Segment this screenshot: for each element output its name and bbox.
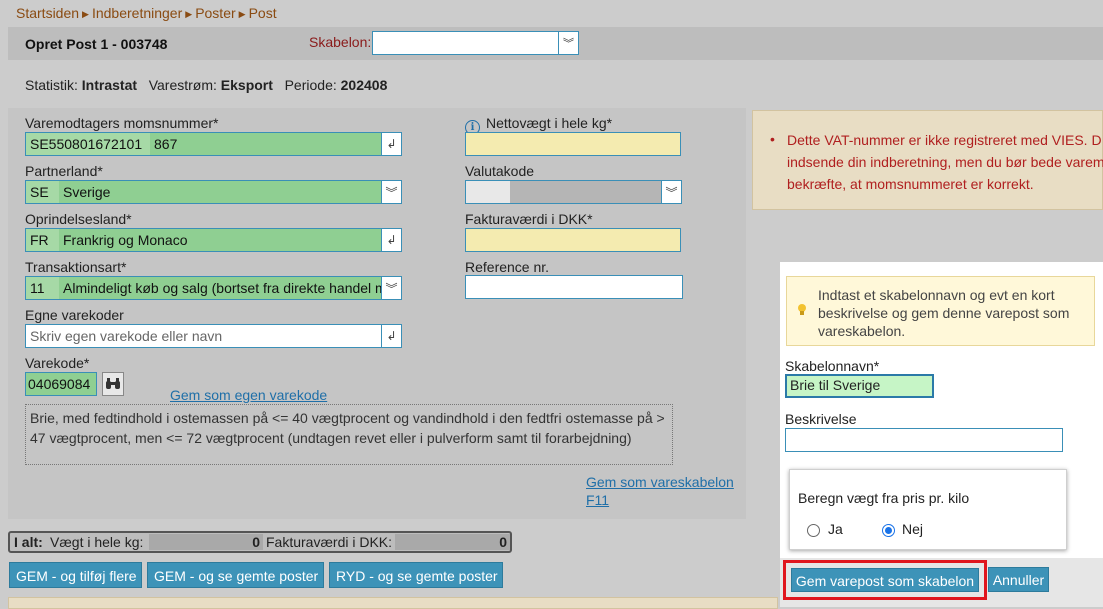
- f11-shortcut-link[interactable]: F11: [586, 492, 609, 508]
- varekode-label: Varekode*: [25, 355, 90, 371]
- page-title: Opret Post 1 - 003748: [25, 36, 168, 52]
- lightbulb-icon: [798, 304, 806, 315]
- varestrom-value: Eksport: [220, 77, 273, 93]
- binoculars-icon: [106, 378, 120, 389]
- total-value-label: Fakturaværdi i DKK:: [266, 534, 393, 550]
- momsnummer-code: SE550801672101: [30, 136, 143, 152]
- breadcrumb-startsiden[interactable]: Startsiden: [16, 5, 79, 21]
- chevron-down-icon[interactable]: ︾: [381, 181, 401, 203]
- chevron-down-icon[interactable]: ︾: [661, 181, 681, 203]
- reference-label: Reference nr.: [465, 259, 550, 275]
- valutakode-label: Valutakode: [465, 163, 535, 179]
- oprindelsesland-name: Frankrig og Monaco: [59, 229, 381, 251]
- save-template-dialog: Indtast et skabelonnavn og evt en kort b…: [780, 262, 1103, 607]
- annuller-button[interactable]: Annuller: [988, 567, 1049, 592]
- varekode-description: Brie, med fedtindhold i ostemassen på <=…: [25, 404, 673, 465]
- egne-varekoder-label: Egne varekoder: [25, 307, 124, 323]
- partnerland-name: Sverige: [59, 181, 381, 203]
- warning-bullet: •: [770, 131, 775, 147]
- momsnummer-name: 867: [150, 133, 381, 155]
- totals-label: I alt:: [14, 534, 43, 550]
- ryd-se-gemte-button[interactable]: RYD - og se gemte poster: [329, 562, 503, 588]
- nettovaegt-label: Nettovægt i hele kg*: [486, 115, 613, 131]
- gem-vareskabelon-link[interactable]: Gem som vareskabelon: [586, 474, 734, 490]
- breadcrumb: Startsiden ▶ Indberetninger ▶ Poster ▶ Post: [16, 5, 277, 21]
- varekode-value: 04069084: [28, 376, 91, 392]
- valutakode-value: [510, 181, 661, 203]
- breadcrumb-post: Post: [248, 5, 277, 21]
- skabelonnavn-input[interactable]: Brie til Sverige: [785, 374, 934, 398]
- partnerland-code: SE: [30, 184, 49, 200]
- reference-input[interactable]: [465, 275, 683, 299]
- dialog-tip: Indtast et skabelonnavn og evt en kort b…: [786, 276, 1095, 346]
- egne-varekoder-input[interactable]: Skriv egen varekode eller navn ↲: [25, 324, 402, 348]
- periode-value: 202408: [340, 77, 388, 93]
- beskrivelse-label: Beskrivelse: [785, 411, 857, 427]
- breadcrumb-separator-icon: ▶: [82, 9, 89, 19]
- transaktionsart-code: 11: [30, 280, 45, 296]
- dialog-body: Indtast et skabelonnavn og evt en kort b…: [780, 262, 1103, 558]
- partnerland-label: Partnerland*: [25, 163, 103, 179]
- weight-calc-label: Beregn vægt fra pris pr. kilo: [798, 490, 970, 506]
- fakturavaerdi-label: Fakturaværdi i DKK*: [465, 211, 593, 227]
- save-button-highlight: Gem varepost som skabelon: [783, 560, 987, 600]
- skabelon-select[interactable]: ︾: [372, 31, 579, 55]
- tip-line: vareskabelon.: [818, 323, 906, 339]
- egne-varekoder-placeholder: Skriv egen varekode eller navn: [30, 328, 223, 344]
- bottom-notice-strip: [8, 597, 778, 609]
- fakturavaerdi-input[interactable]: [465, 228, 681, 252]
- transaktionsart-select[interactable]: 11 Almindeligt køb og salg (bortset fra …: [25, 276, 402, 300]
- tip-line: beskrivelse og gem denne varepost som: [818, 305, 1070, 321]
- partnerland-select[interactable]: SE Sverige ︾: [25, 180, 402, 204]
- binoculars-search-button[interactable]: [102, 372, 124, 396]
- lookup-arrow-icon[interactable]: ↲: [381, 325, 401, 347]
- title-bar: Opret Post 1 - 003748 Skabelon: ︾: [8, 27, 1103, 60]
- breadcrumb-poster[interactable]: Poster: [195, 5, 235, 21]
- transaktionsart-label: Transaktionsart*: [25, 259, 127, 275]
- statistik-value: Intrastat: [81, 77, 138, 93]
- warning-line: bekræfte, at momsnummeret er korrekt.: [787, 176, 1034, 192]
- periode-label: Periode:: [284, 77, 337, 93]
- chevron-down-icon[interactable]: ︾: [558, 32, 578, 54]
- total-value-value: 0: [395, 534, 510, 550]
- nettovaegt-input[interactable]: [465, 132, 681, 156]
- tip-line: Indtast et skabelonnavn og evt en kort: [818, 287, 1055, 303]
- breadcrumb-indberetninger[interactable]: Indberetninger: [92, 5, 182, 21]
- skabelonnavn-label: Skabelonnavn*: [785, 358, 880, 374]
- breadcrumb-separator-icon: ▶: [185, 9, 193, 19]
- vat-warning-box: • Dette VAT-nummer er ikke registreret m…: [752, 110, 1103, 210]
- varekode-input[interactable]: 04069084: [25, 372, 97, 396]
- weight-calc-group: Beregn vægt fra pris pr. kilo Ja Nej: [789, 469, 1067, 550]
- transaktionsart-name: Almindeligt køb og salg (bortset fra dir…: [59, 277, 381, 299]
- warning-line: indsende din indberetning, men du bør be…: [787, 154, 1103, 170]
- gem-egen-varekode-link[interactable]: Gem som egen varekode: [170, 387, 327, 403]
- valutakode-select[interactable]: ︾: [465, 180, 682, 204]
- momsnummer-field[interactable]: SE550801672101 867 ↲: [25, 132, 402, 156]
- gem-tilfoj-flere-button[interactable]: GEM - og tilføj flere: [9, 562, 142, 588]
- statistik-label: Statistik:: [25, 77, 78, 93]
- oprindelsesland-label: Oprindelsesland*: [25, 211, 132, 227]
- gem-se-gemte-button[interactable]: GEM - og se gemte poster: [147, 562, 324, 588]
- gem-varepost-skabelon-button[interactable]: Gem varepost som skabelon: [791, 568, 979, 592]
- momsnummer-label: Varemodtagers momsnummer*: [25, 115, 219, 131]
- oprindelsesland-code: FR: [30, 232, 49, 248]
- lookup-arrow-icon[interactable]: ↲: [381, 229, 401, 251]
- oprindelsesland-field[interactable]: FR Frankrig og Monaco ↲: [25, 228, 402, 252]
- breadcrumb-separator-icon: ▶: [238, 9, 246, 19]
- radio-ja-label: Ja: [828, 521, 843, 537]
- skabelon-label: Skabelon:: [309, 34, 372, 50]
- radio-nej[interactable]: [882, 524, 895, 537]
- varestrom-label: Varestrøm:: [148, 77, 217, 93]
- total-weight-label: Vægt i hele kg:: [50, 534, 144, 550]
- radio-nej-label: Nej: [902, 521, 924, 537]
- warning-line: Dette VAT-nummer er ikke registreret med…: [787, 132, 1102, 148]
- info-line: Statistik: Intrastat Varestrøm: Eksport …: [25, 77, 387, 93]
- chevron-down-icon[interactable]: ︾: [381, 277, 401, 299]
- radio-ja[interactable]: [807, 524, 820, 537]
- lookup-arrow-icon[interactable]: ↲: [381, 133, 401, 155]
- totals-bar: I alt: Vægt i hele kg: 0 Fakturaværdi i …: [8, 531, 512, 553]
- beskrivelse-input[interactable]: [785, 428, 1063, 452]
- total-weight-value: 0: [149, 534, 263, 550]
